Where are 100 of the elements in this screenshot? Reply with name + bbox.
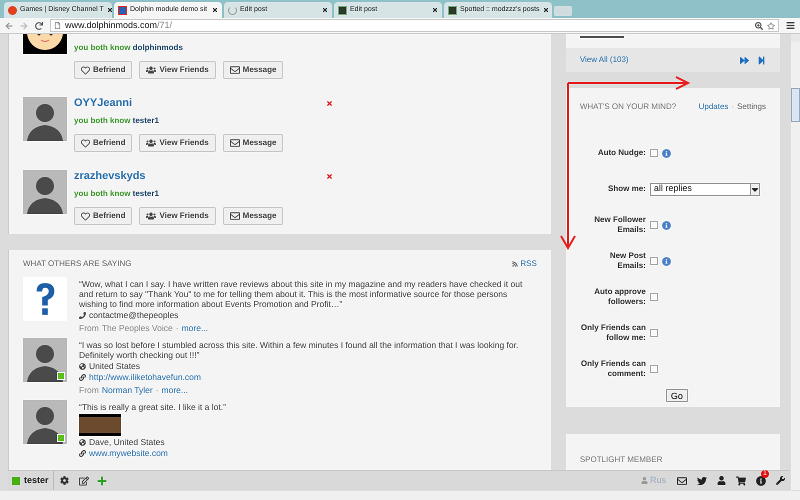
checkbox[interactable] xyxy=(650,149,658,157)
action-button[interactable]: Message xyxy=(222,207,284,225)
more-link[interactable]: more... xyxy=(162,385,188,395)
go-button[interactable]: Go xyxy=(666,389,688,402)
checkbox[interactable] xyxy=(650,329,658,337)
author-name[interactable]: Norman Tyler xyxy=(102,385,153,395)
field-label: New Follower Emails: xyxy=(593,215,646,235)
heart-icon xyxy=(81,212,90,220)
fast-forward-icon[interactable] xyxy=(740,56,749,64)
back-icon[interactable] xyxy=(5,22,13,30)
phone-icon xyxy=(79,312,86,318)
add-icon[interactable] xyxy=(96,476,107,486)
tab-favicon xyxy=(118,6,127,14)
action-button[interactable]: Message xyxy=(222,134,284,152)
mail-icon[interactable] xyxy=(677,476,687,486)
checkbox[interactable] xyxy=(650,257,658,265)
friend-name[interactable]: zrazhevskyds xyxy=(74,168,146,184)
settings-link[interactable]: Updates xyxy=(698,101,728,113)
mail-icon xyxy=(230,211,240,221)
section-title: SPOTLIGHT MEMBER xyxy=(580,455,662,464)
action-button[interactable]: Befriend xyxy=(74,61,132,79)
info-icon[interactable] xyxy=(756,476,766,486)
field-label: New Post Emails: xyxy=(608,251,646,271)
action-button[interactable]: Befriend xyxy=(74,207,132,225)
detail-text: Dave, United States xyxy=(89,437,165,447)
section-title: WHAT'S ON YOUR MIND? xyxy=(580,101,676,113)
menu-icon[interactable] xyxy=(786,21,795,30)
mutual-friend-text: you both know tester1 xyxy=(74,115,160,127)
field-label: Only Friends can follow me: xyxy=(580,323,646,343)
separator-dot: · xyxy=(176,323,179,333)
action-button[interactable]: Befriend xyxy=(74,134,132,152)
close-icon[interactable] xyxy=(432,7,438,13)
address-bar[interactable]: www.dolphinmods.com/71/ xyxy=(50,19,779,32)
settings-link[interactable]: Settings xyxy=(737,101,766,113)
heart-icon xyxy=(81,66,90,74)
action-button[interactable]: View Friends xyxy=(139,61,216,79)
reload-icon[interactable] xyxy=(35,22,43,30)
separator-dot: · xyxy=(731,101,734,113)
field-label: Auto approve followers: xyxy=(593,287,646,307)
remove-icon[interactable] xyxy=(326,172,333,180)
avatar xyxy=(23,97,67,141)
detail-text[interactable]: http://www.iliketohavefun.com xyxy=(89,372,201,382)
detail-text: contactme@thepeoples xyxy=(89,310,178,320)
mutual-friend-text: you both know tester1 xyxy=(74,188,160,200)
detail-text: United States xyxy=(89,361,140,371)
link-icon xyxy=(79,374,86,380)
show-me-select[interactable]: all replies xyxy=(650,182,760,196)
close-icon[interactable] xyxy=(542,7,549,13)
globe-icon xyxy=(79,438,86,446)
action-button[interactable]: Message xyxy=(222,61,284,79)
settings-icon[interactable] xyxy=(60,476,69,485)
close-icon[interactable] xyxy=(106,7,113,13)
users-icon xyxy=(146,211,156,221)
mutual-friend-text: you both know dolphinmods xyxy=(74,42,184,54)
caret-icon xyxy=(750,184,759,194)
more-link[interactable]: more... xyxy=(182,323,208,333)
avatar xyxy=(23,170,67,214)
checkbox[interactable] xyxy=(650,365,658,373)
checkbox[interactable] xyxy=(650,221,658,229)
tab-favicon xyxy=(338,6,347,14)
mail-icon xyxy=(230,65,240,75)
avatar xyxy=(23,400,67,444)
close-icon[interactable] xyxy=(322,7,328,13)
skip-end-icon[interactable] xyxy=(757,56,766,64)
cart-icon[interactable] xyxy=(736,476,746,486)
tab-favicon xyxy=(8,6,17,14)
mail-icon xyxy=(230,138,240,148)
rss-link[interactable]: RSS xyxy=(512,258,537,270)
loading-spinner-icon xyxy=(228,6,237,14)
quote-text: “This is really a great site. I like it a lot.” xyxy=(79,402,227,412)
globe-icon xyxy=(79,362,86,370)
close-icon[interactable] xyxy=(212,7,218,13)
edit-icon[interactable] xyxy=(78,476,89,486)
zoom-icon[interactable] xyxy=(755,22,763,30)
remove-icon[interactable] xyxy=(326,100,333,106)
users-icon xyxy=(146,65,156,75)
friend-name[interactable]: OYYJeanni xyxy=(74,94,132,112)
person-icon xyxy=(640,477,648,484)
from-label: From xyxy=(79,323,99,333)
author-name: The Peoples Voice xyxy=(102,323,173,333)
link-icon xyxy=(79,450,86,456)
bird-icon[interactable] xyxy=(697,476,707,486)
horizontal-scrollbar[interactable] xyxy=(0,490,800,500)
tab-favicon xyxy=(448,6,457,14)
person-icon[interactable] xyxy=(717,476,726,485)
view-all-link[interactable]: View All (103) xyxy=(580,54,629,66)
rss-icon xyxy=(512,261,518,267)
action-button[interactable]: View Friends xyxy=(139,207,216,225)
page-icon xyxy=(54,22,61,29)
field-label: Show me: xyxy=(607,184,646,194)
username: tester xyxy=(24,474,49,487)
scrollbar-thumb[interactable] xyxy=(791,88,800,122)
checkbox[interactable] xyxy=(650,293,658,301)
quote-text: “I was so lost before I stumbled across this site. Within a few minutes I found all the information that I was looking for. Definitely worth checking out !!!” xyxy=(79,340,520,360)
detail-text[interactable]: www.mywebsite.com xyxy=(89,448,168,458)
wrench-icon[interactable] xyxy=(776,476,785,485)
star-icon[interactable] xyxy=(767,22,775,30)
section-title: WHAT OTHERS ARE SAYING xyxy=(23,258,132,270)
url-text: www.dolphinmods.com/71/ xyxy=(65,18,172,32)
action-button[interactable]: View Friends xyxy=(139,134,216,152)
